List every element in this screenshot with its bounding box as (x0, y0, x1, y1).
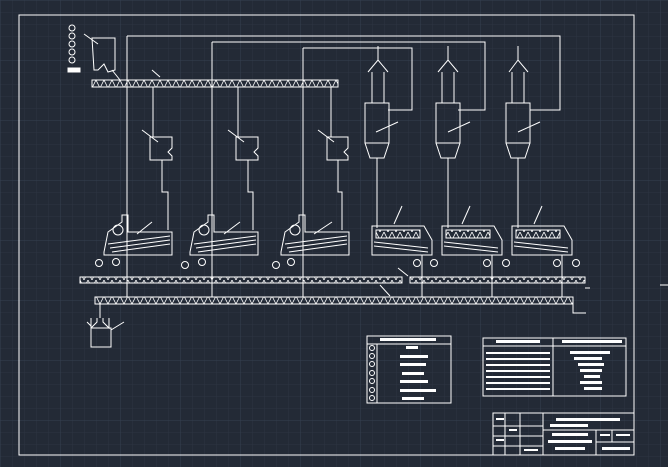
middle-conveyor-right (409, 276, 586, 284)
middle-conveyor-left (79, 276, 403, 284)
lower-conveyor (94, 296, 574, 305)
upper-conveyor (91, 79, 339, 88)
cad-drawing-canvas (0, 0, 668, 467)
